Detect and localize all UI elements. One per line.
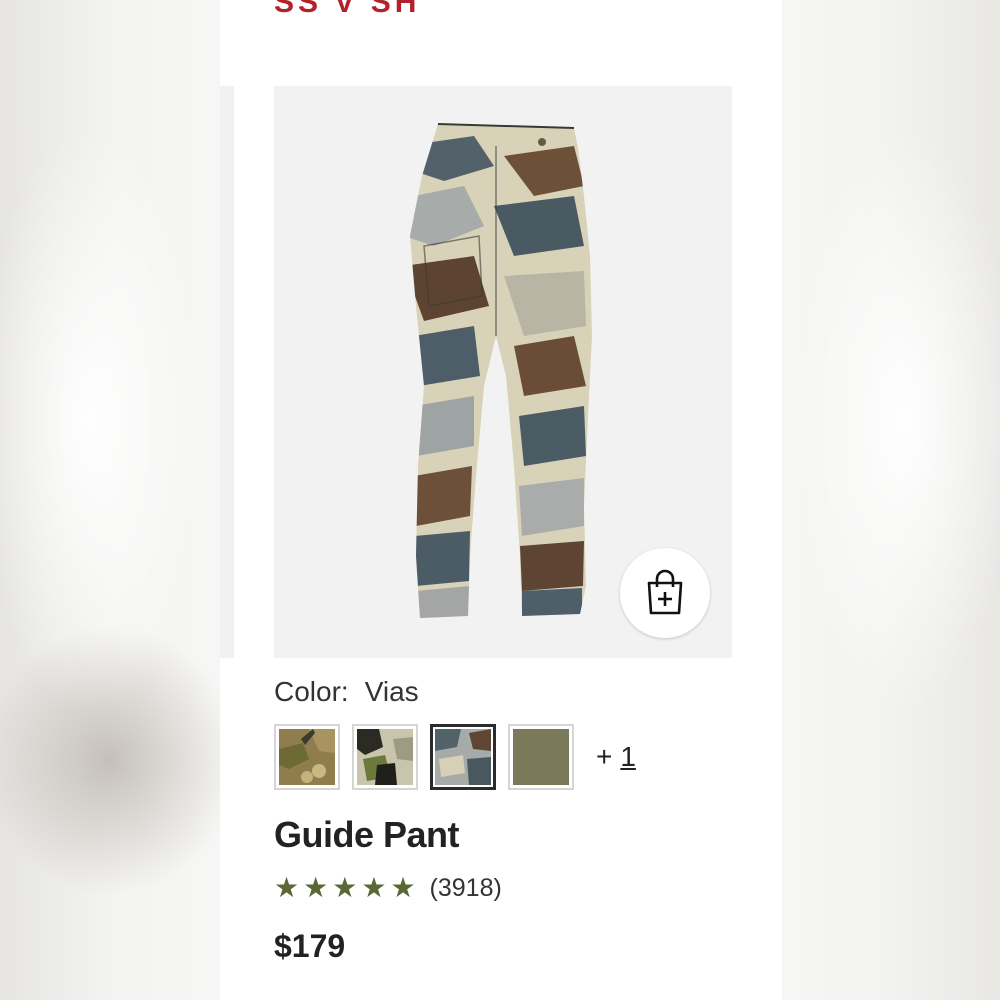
vias-camo-swatch-icon (435, 729, 491, 785)
review-count[interactable]: (3918) (430, 874, 502, 903)
color-swatches: + 1 (274, 724, 636, 790)
shopping-bag-plus-icon (647, 569, 683, 615)
verde-camo-swatch-icon (279, 729, 335, 785)
valo-camo-swatch-icon (357, 729, 413, 785)
star-icon: ★ (303, 871, 329, 904)
color-label: Color: (274, 676, 349, 707)
swatch-verde[interactable] (274, 724, 340, 790)
star-icon: ★ (332, 871, 358, 904)
swatch-vias[interactable] (430, 724, 496, 790)
product-card[interactable]: SS V SH Color: Vias + 1 Guide Pant ★ ★ ★… (220, 0, 782, 1000)
more-colors-count: 1 (620, 741, 636, 772)
solid-color-swatch (513, 729, 569, 785)
swatch-ash[interactable] (508, 724, 574, 790)
color-selection-label: Color: Vias (274, 676, 419, 708)
add-to-bag-button[interactable] (620, 548, 710, 638)
rating[interactable]: ★ ★ ★ ★ ★ (3918) (274, 872, 502, 904)
product-image[interactable] (274, 86, 732, 658)
previous-card-edge (220, 86, 234, 658)
color-value: Vias (364, 676, 419, 707)
swatch-valo[interactable] (352, 724, 418, 790)
product-title[interactable]: Guide Pant (274, 814, 460, 856)
star-icon: ★ (361, 871, 387, 904)
star-icon: ★ (390, 871, 416, 904)
sale-tag: SS V SH (274, 0, 421, 19)
more-colors-link[interactable]: + 1 (596, 741, 636, 773)
more-colors-plus: + (596, 741, 613, 772)
product-price: $179 (274, 928, 346, 964)
star-icon: ★ (274, 871, 300, 904)
